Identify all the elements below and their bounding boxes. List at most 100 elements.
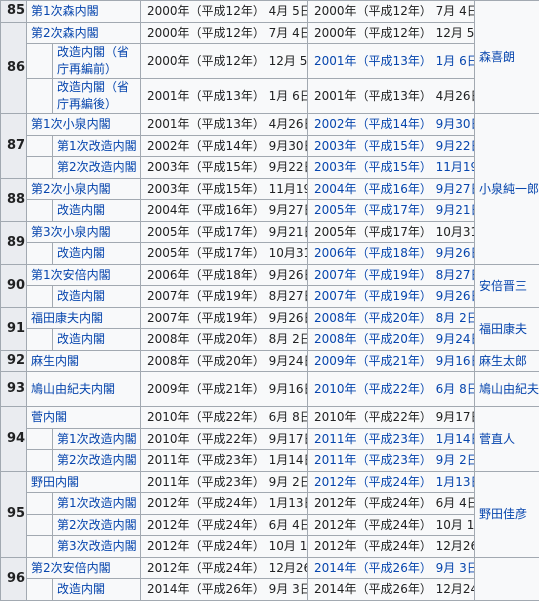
- end-date: 2010年（平成22年） 9月17日: [307, 406, 476, 429]
- cabinet-name-link[interactable]: 改造内閣（省庁再編後）: [51, 78, 142, 114]
- cabinet-name-link[interactable]: 第1次小泉内閣: [25, 113, 142, 136]
- end-date[interactable]: 2007年（平成19年） 9月26日: [307, 285, 476, 308]
- cabinet-name-link[interactable]: 改造内閣: [51, 199, 142, 222]
- cabinet-name-link[interactable]: 鳩山由紀夫内閣: [25, 371, 142, 407]
- start-date: 2003年（平成15年） 11月19日: [140, 177, 309, 200]
- indent-cell: [26, 513, 53, 536]
- cabinet-number: 93: [0, 371, 27, 407]
- end-date[interactable]: 2008年（平成20年） 8月 2日: [307, 306, 476, 329]
- start-date: 2005年（平成17年） 9月21日: [140, 220, 309, 243]
- cabinet-number: 89: [0, 220, 27, 265]
- end-date[interactable]: 2010年（平成22年） 6月 8日: [307, 371, 476, 407]
- table-row: 改造内閣 2007年（平成19年） 8月27日 2007年（平成19年） 9月26日: [1, 285, 539, 308]
- cabinet-name-link[interactable]: 第3次小泉内閣: [25, 220, 142, 243]
- cabinet-name-link[interactable]: 第2次改造内閣: [51, 513, 142, 536]
- cabinet-name-link[interactable]: 第2次改造内閣: [51, 449, 142, 472]
- table-row: 86 第2次森内閣 2000年（平成12年） 7月 4日 2000年（平成12年） 1…: [0, 21, 539, 114]
- end-date[interactable]: 2014年（平成26年） 9月 3日: [307, 556, 476, 579]
- cabinet-number: 94: [0, 406, 27, 472]
- end-date[interactable]: 2011年（平成23年） 9月 2日: [307, 449, 476, 472]
- cabinet-name-link[interactable]: 第1次森内閣: [25, 0, 142, 23]
- cabinet-name-link[interactable]: 麻生内閣: [25, 349, 142, 372]
- table-row: 95 野田内閣 2011年（平成23年） 9月 2日 2012年（平成24年） 1月1…: [0, 470, 539, 558]
- start-date: 2006年（平成18年） 9月26日: [140, 263, 309, 286]
- table-row: 第2次改造内閣 2003年（平成15年） 9月22日 2003年（平成15年） 11…: [1, 156, 539, 179]
- end-date: 2012年（平成24年） 6月 4日: [307, 492, 476, 515]
- table-row: 第1次改造内閣 2002年（平成14年） 9月30日 2003年（平成15年） 9月…: [1, 134, 539, 157]
- indent-cell: [26, 242, 53, 265]
- table-row: 87 第1次小泉内閣 2001年（平成13年） 4月26日 2002年（平成14年） …: [0, 113, 539, 265]
- start-date: 2010年（平成22年） 9月17日: [140, 427, 309, 450]
- cabinet-number: 86: [0, 21, 27, 114]
- table-row: 92 麻生内閣 2008年（平成20年） 9月24日 2009年（平成21年） 9月1…: [0, 349, 539, 372]
- cabinet-name-link[interactable]: 改造内閣: [51, 242, 142, 265]
- cabinet-name-link[interactable]: 改造内閣: [51, 328, 142, 351]
- start-date: 2000年（平成12年） 12月 5日: [140, 43, 309, 79]
- start-date: 2012年（平成24年） 6月 4日: [140, 513, 309, 536]
- start-date: 2007年（平成19年） 8月27日: [140, 285, 309, 308]
- cabinet-name-link[interactable]: 第1次改造内閣: [51, 134, 142, 157]
- cabinet-name-link[interactable]: 改造内閣: [51, 285, 142, 308]
- prime-minister-link[interactable]: 野田佳彦: [474, 470, 539, 558]
- end-date[interactable]: 2005年（平成17年） 9月21日: [307, 199, 476, 222]
- cabinet-name-link[interactable]: 第2次小泉内閣: [25, 177, 142, 200]
- indent-cell: [26, 449, 53, 472]
- prime-minister-link[interactable]: 森喜朗: [474, 0, 539, 114]
- end-date: 2001年（平成13年） 4月26日: [307, 78, 476, 114]
- end-date[interactable]: 2008年（平成20年） 9月24日: [307, 328, 476, 351]
- prime-minister-link[interactable]: 安倍晋三: [474, 263, 539, 308]
- end-date: 2005年（平成17年） 10月31日: [307, 220, 476, 243]
- cabinet-name-link[interactable]: 第2次安倍内閣: [25, 556, 142, 579]
- cabinet-name-link[interactable]: 第2次森内閣: [25, 21, 142, 44]
- start-date: 2003年（平成15年） 9月22日: [140, 156, 309, 179]
- cabinet-name-link[interactable]: 第1次安倍内閣: [25, 263, 142, 286]
- cabinet-name-link[interactable]: 菅内閣: [25, 406, 142, 429]
- prime-minister-link[interactable]: 小泉純一郎: [474, 113, 539, 265]
- end-date: 2014年（平成26年） 12月24日: [307, 578, 476, 601]
- cabinet-name-link[interactable]: 福田康夫内閣: [25, 306, 142, 329]
- cabinet-number: 88: [0, 177, 27, 222]
- cabinet-number: 91: [0, 306, 27, 351]
- start-date: 2008年（平成20年） 8月 2日: [140, 328, 309, 351]
- end-date[interactable]: 2009年（平成21年） 9月16日: [307, 349, 476, 372]
- cabinet-table-body: 85 第1次森内閣 2000年（平成12年） 4月 5日 2000年（平成12年） 7…: [0, 0, 539, 601]
- end-date[interactable]: 2002年（平成14年） 9月30日: [307, 113, 476, 136]
- end-date[interactable]: 2012年（平成24年） 1月13日: [307, 470, 476, 493]
- start-date: 2009年（平成21年） 9月16日: [140, 371, 309, 407]
- table-row: 88 第2次小泉内閣 2003年（平成15年） 11月19日 2004年（平成16年）…: [0, 177, 539, 222]
- prime-minister-link[interactable]: 麻生太郎: [474, 349, 539, 372]
- cabinet-name-link[interactable]: 改造内閣（省庁再編前）: [51, 43, 142, 79]
- table-row: 第1次改造内閣 2010年（平成22年） 9月17日 2011年（平成23年） 1月…: [1, 427, 539, 450]
- prime-minister-link[interactable]: 鳩山由紀夫: [474, 371, 539, 407]
- start-date: 2005年（平成17年） 10月31日: [140, 242, 309, 265]
- indent-cell: [26, 535, 53, 558]
- cabinet-table: 85 第1次森内閣 2000年（平成12年） 4月 5日 2000年（平成12年） 7…: [0, 0, 539, 601]
- cabinet-name-link[interactable]: 野田内閣: [25, 470, 142, 493]
- end-date[interactable]: 2003年（平成15年） 9月22日: [307, 134, 476, 157]
- end-date[interactable]: 2006年（平成18年） 9月26日: [307, 242, 476, 265]
- cabinet-name-link[interactable]: 第1次改造内閣: [51, 427, 142, 450]
- cabinet-name-link[interactable]: 第3次改造内閣: [51, 535, 142, 558]
- prime-minister-link[interactable]: 菅直人: [474, 406, 539, 472]
- cabinet-number: 96: [0, 556, 27, 601]
- prime-minister-link[interactable]: [474, 556, 539, 601]
- cabinet-name-link[interactable]: 第1次改造内閣: [51, 492, 142, 515]
- indent-cell: [26, 78, 53, 114]
- start-date: 2012年（平成24年） 1月13日: [140, 492, 309, 515]
- end-date[interactable]: 2007年（平成19年） 8月27日: [307, 263, 476, 286]
- end-date[interactable]: 2003年（平成15年） 11月19日: [307, 156, 476, 179]
- indent-cell: [26, 43, 53, 79]
- cabinet-number: 85: [0, 0, 27, 23]
- end-date[interactable]: 2001年（平成13年） 1月 6日: [307, 43, 476, 79]
- indent-cell: [26, 134, 53, 157]
- table-row: 第2次改造内閣 2011年（平成23年） 1月14日 2011年（平成23年） 9月…: [1, 449, 539, 472]
- end-date[interactable]: 2011年（平成23年） 1月14日: [307, 427, 476, 450]
- end-date[interactable]: 2004年（平成16年） 9月27日: [307, 177, 476, 200]
- indent-cell: [26, 285, 53, 308]
- end-date: 2000年（平成12年） 7月 4日: [307, 0, 476, 23]
- cabinet-number: 90: [0, 263, 27, 308]
- end-date: 2000年（平成12年） 12月 5日: [307, 21, 476, 44]
- cabinet-name-link[interactable]: 改造内閣: [51, 578, 142, 601]
- cabinet-name-link[interactable]: 第2次改造内閣: [51, 156, 142, 179]
- prime-minister-link[interactable]: 福田康夫: [474, 306, 539, 351]
